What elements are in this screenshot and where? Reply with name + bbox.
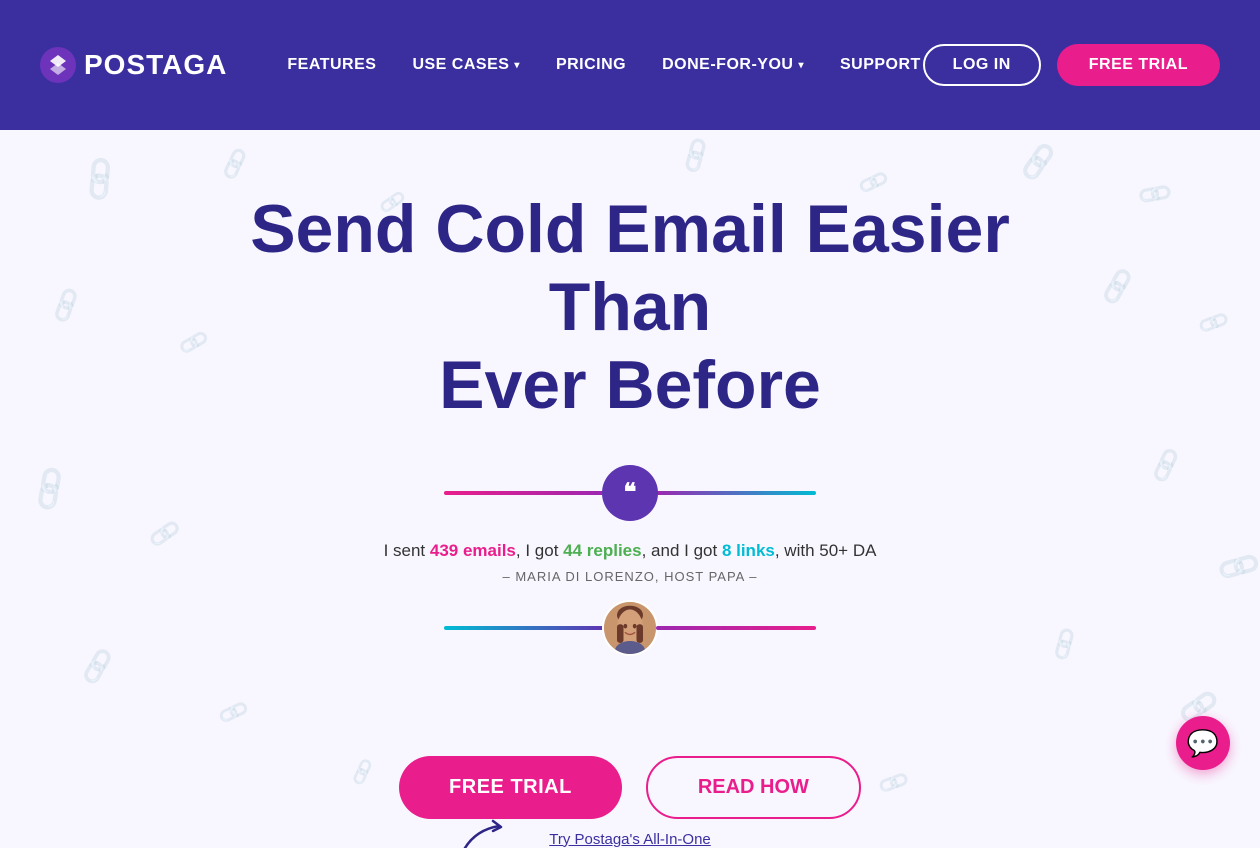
- links-highlight: 8 links: [722, 541, 775, 560]
- cta-subtitle: Try Postaga's All-In-One: [549, 831, 711, 848]
- nav-links: FEATURES USE CASES ▾ PRICING DONE-FOR-YO…: [287, 56, 922, 74]
- testimonial-author: – MARIA DI LORENZO, HOST PAPA –: [384, 569, 877, 584]
- use-cases-chevron: ▾: [514, 60, 520, 71]
- quote-divider: ❝: [384, 465, 877, 521]
- cta-buttons: FREE TRIAL READ HOW: [399, 756, 861, 819]
- emails-highlight: 439 emails: [430, 541, 516, 560]
- avatar: [602, 600, 658, 656]
- chat-bubble-button[interactable]: 💬: [1176, 716, 1230, 770]
- nav-item-support[interactable]: SUPPORT: [840, 56, 921, 74]
- avatar-line-left: [444, 626, 604, 630]
- free-trial-nav-button[interactable]: FREE TRIAL: [1057, 44, 1220, 86]
- hero-title: Send Cold Email Easier Than Ever Before: [205, 190, 1055, 425]
- chat-icon: 💬: [1187, 728, 1219, 759]
- done-for-you-chevron: ▾: [798, 60, 804, 71]
- quote-bubble: ❝: [602, 465, 658, 521]
- nav-item-pricing[interactable]: PRICING: [556, 56, 626, 74]
- logo-icon: [40, 47, 76, 83]
- hero-content: Send Cold Email Easier Than Ever Before: [205, 190, 1055, 465]
- testimonial-text: I sent 439 emails, I got 44 replies, and…: [384, 541, 877, 561]
- logo[interactable]: POSTAGA: [40, 47, 227, 83]
- hero-section: 🔗 🔗 🔗 🔗 🔗 🔗 🔗 🔗 🔗 🔗 🔗 🔗 🔗 🔗 🔗 🔗 🔗 🔗 🔗 🔗 …: [0, 130, 1260, 848]
- nav-actions: LOG IN FREE TRIAL: [923, 44, 1220, 86]
- free-trial-hero-button[interactable]: FREE TRIAL: [399, 756, 622, 819]
- quote-line-left: [444, 491, 604, 495]
- quote-line-right: [656, 491, 816, 495]
- avatar-divider: [384, 600, 877, 656]
- replies-highlight: 44 replies: [563, 541, 641, 560]
- navbar: POSTAGA FEATURES USE CASES ▾ PRICING DON…: [0, 0, 1260, 130]
- nav-item-features[interactable]: FEATURES: [287, 56, 376, 74]
- avatar-image: [604, 600, 656, 656]
- testimonial-block: ❝ I sent 439 emails, I got 44 replies, a…: [384, 465, 877, 656]
- nav-item-done-for-you[interactable]: DONE-FOR-YOU ▾: [662, 56, 804, 74]
- nav-item-use-cases[interactable]: USE CASES ▾: [412, 56, 520, 74]
- logo-text: POSTAGA: [84, 49, 227, 81]
- avatar-line-right: [656, 626, 816, 630]
- read-how-button[interactable]: READ HOW: [646, 756, 861, 819]
- login-button[interactable]: LOG IN: [923, 44, 1041, 86]
